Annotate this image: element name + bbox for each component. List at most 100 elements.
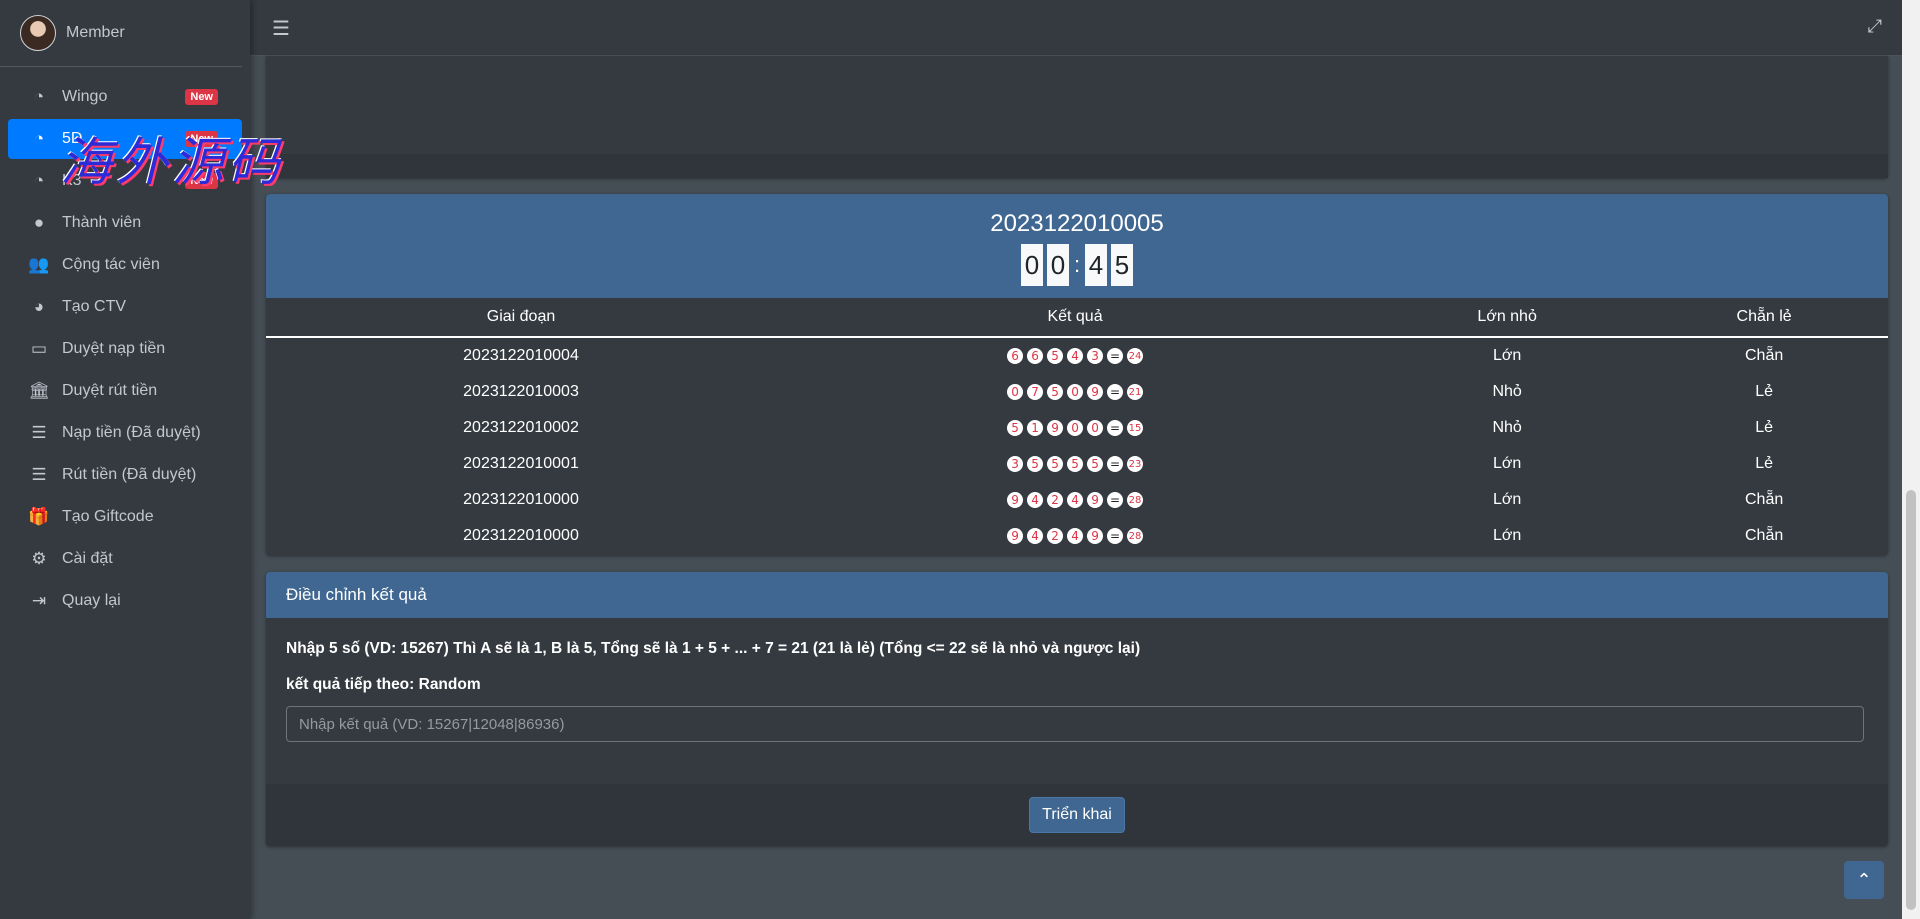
result-cell: 9 4 2 4 9 = 28 (776, 482, 1374, 518)
timer-separator: : (1073, 252, 1081, 277)
adjust-title: Điều chỉnh kết quả (266, 572, 1888, 618)
scrollbar-thumb[interactable] (1906, 490, 1916, 910)
size-cell: Nhỏ (1492, 383, 1522, 400)
sidebar-item[interactable]: ◔ K3 New (8, 161, 242, 201)
adjust-instruction: Nhập 5 số (VD: 15267) Thì A sẽ là 1, B l… (286, 640, 1141, 657)
result-ball: 9 (1047, 420, 1064, 436)
sidebar-item-label: 5D (62, 130, 83, 147)
table-row: 2023122010000 9 4 2 4 9 = 28 Lớn Chẵn (266, 518, 1888, 554)
result-cell: 0 7 5 0 9 = 21 (776, 374, 1374, 410)
sidebar-item[interactable]: ☰ Nạp tiền (Đã duyệt) (8, 413, 242, 453)
scrollbar[interactable] (1902, 0, 1920, 919)
sidebar-item-label: Tạo CTV (62, 298, 127, 315)
sidebar-item[interactable]: ▭ Duyệt nạp tiền (8, 329, 242, 369)
sidebar-item[interactable]: ◔ Wingo New (8, 77, 242, 117)
timer-digit: 0 (1047, 244, 1069, 286)
size-cell: Nhỏ (1492, 419, 1522, 436)
result-cell: 6 6 5 4 3 = 24 (776, 337, 1374, 374)
sidebar-item[interactable]: 🏛 Duyệt rút tiền (8, 371, 242, 411)
equals-sign: = (1107, 384, 1124, 400)
table-row: 2023122010002 5 1 9 0 0 = 15 Nhỏ Lẻ (266, 410, 1888, 446)
sidebar-item[interactable]: 🎁 Tạo Giftcode (8, 497, 242, 537)
countdown-timer: 0 0 : 4 5 (266, 244, 1888, 286)
back-to-top-button[interactable]: ⌃ (1844, 861, 1884, 899)
result-ball: 0 (1067, 420, 1084, 436)
sidebar-item[interactable]: ● Thành viên (8, 203, 242, 243)
results-table: Giai đoạn Kết quả Lớn nhỏ Chẵn lẻ 202312… (266, 298, 1888, 554)
result-ball: 5 (1087, 456, 1104, 472)
list-icon: ☰ (31, 423, 47, 442)
result-ball: 9 (1087, 492, 1104, 508)
parity-cell: Chẵn (1745, 527, 1784, 544)
sidebar-item-label: Cộng tác viên (62, 256, 160, 273)
parity-cell: Chẵn (1745, 491, 1784, 508)
result-cell: 3 5 5 5 5 = 23 (776, 446, 1374, 482)
size-cell: Lớn (1493, 491, 1522, 508)
result-ball: 0 (1087, 420, 1104, 436)
result-ball: 4 (1027, 492, 1044, 508)
sidebar-item-label: Tạo Giftcode (62, 508, 154, 525)
result-ball: 1 (1027, 420, 1044, 436)
parity-cell: Lẻ (1755, 419, 1774, 436)
top-card-footer (266, 154, 1888, 178)
sign-out-icon: ⇥ (31, 591, 47, 610)
new-badge: New (185, 173, 218, 189)
user-circle-icon: ● (33, 213, 45, 232)
user-panel[interactable]: Member (0, 0, 242, 67)
sidebar-item-label: Cài đặt (62, 550, 113, 567)
sidebar-item[interactable]: ◔ 5D New (8, 119, 242, 159)
sidebar-item[interactable]: ⚙ Cài đặt (8, 539, 242, 579)
equals-sign: = (1107, 528, 1124, 544)
game-header: 2023122010005 0 0 : 4 5 (266, 194, 1888, 298)
result-ball: 3 (1087, 348, 1104, 364)
adjust-footer: Triển khai (266, 784, 1888, 846)
result-ball: 5 (1047, 456, 1064, 472)
result-ball: 4 (1027, 528, 1044, 544)
period-cell: 2023122010001 (463, 455, 579, 472)
result-ball: 4 (1067, 528, 1084, 544)
result-ball: 5 (1067, 456, 1084, 472)
result-ball: 4 (1067, 492, 1084, 508)
result-sum: 28 (1127, 492, 1144, 508)
result-ball: 6 (1007, 348, 1024, 364)
deploy-button[interactable]: Triển khai (1029, 797, 1125, 833)
sidebar-item[interactable]: ◕ Tạo CTV (8, 287, 242, 327)
size-cell: Lớn (1493, 455, 1522, 472)
column-header: Lớn nhỏ (1374, 298, 1641, 338)
table-row: 2023122010000 9 4 2 4 9 = 28 Lớn Chẵn (266, 482, 1888, 518)
column-header: Giai đoạn (266, 298, 776, 338)
result-ball: 7 (1027, 384, 1044, 400)
equals-sign: = (1107, 456, 1124, 472)
hamburger-menu-icon[interactable]: ☰ (272, 16, 290, 41)
result-input[interactable] (286, 706, 1864, 742)
period-cell: 2023122010002 (463, 419, 579, 436)
result-ball: 0 (1007, 384, 1024, 400)
tachometer-icon: ◔ (33, 171, 45, 190)
sidebar-item[interactable]: 👥 Cộng tác viên (8, 245, 242, 285)
current-period: 2023122010005 (990, 210, 1164, 237)
sidebar-item[interactable]: ⇥ Quay lại (8, 581, 242, 621)
result-ball: 0 (1067, 384, 1084, 400)
results-header-row: Giai đoạn Kết quả Lớn nhỏ Chẵn lẻ (266, 298, 1888, 338)
user-name: Member (66, 24, 125, 41)
result-ball: 9 (1087, 384, 1104, 400)
equals-sign: = (1107, 420, 1124, 436)
result-ball: 3 (1007, 456, 1024, 472)
sidebar-item[interactable]: ☰ Rút tiền (Đã duyệt) (8, 455, 242, 495)
list-icon: ☰ (31, 465, 47, 484)
sidebar-nav: ◔ Wingo New ◔ 5D New ◔ K3 New ● Thành viên 👥 Cộng tá… (0, 77, 250, 621)
period-cell: 2023122010000 (463, 491, 579, 508)
result-ball: 5 (1027, 456, 1044, 472)
fullscreen-icon[interactable]: ⤢ (1868, 16, 1882, 37)
users-icon: 👥 (28, 255, 50, 274)
size-cell: Lớn (1493, 347, 1522, 364)
result-ball: 5 (1047, 348, 1064, 364)
result-ball: 6 (1027, 348, 1044, 364)
new-badge: New (185, 89, 218, 105)
result-sum: 28 (1127, 528, 1144, 544)
equals-sign: = (1107, 492, 1124, 508)
top-card (266, 56, 1888, 178)
table-row: 2023122010003 0 7 5 0 9 = 21 Nhỏ Lẻ (266, 374, 1888, 410)
sidebar-item-label: Rút tiền (Đã duyệt) (62, 466, 197, 483)
result-ball: 9 (1007, 528, 1024, 544)
